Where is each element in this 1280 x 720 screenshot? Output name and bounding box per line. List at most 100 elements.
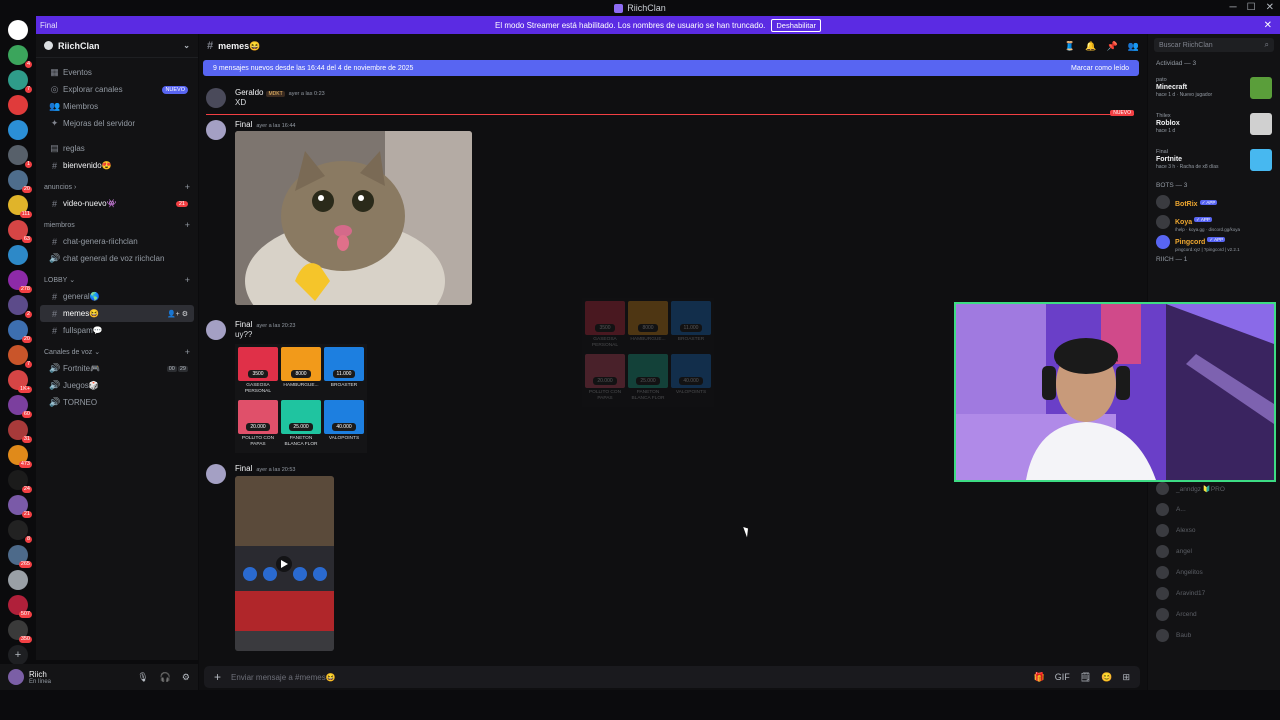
member-item[interactable]: Aravind17 — [1148, 583, 1280, 604]
server-icon[interactable] — [8, 245, 28, 265]
server-icon[interactable]: 21 — [8, 495, 32, 518]
message-author[interactable]: Final — [235, 120, 252, 129]
channel-mejoras[interactable]: ✦ Mejoras del servidor — [40, 115, 194, 132]
menu-image[interactable]: 3500 GASEOSA PERSONAL 8000 HAMBURGUE... 11.0… — [235, 344, 367, 453]
member-item[interactable]: angel — [1148, 541, 1280, 562]
server-icon[interactable] — [8, 120, 28, 140]
threads-icon[interactable]: 🧵 — [1064, 41, 1075, 52]
category-anuncios[interactable]: anuncios › + — [36, 179, 198, 195]
channel-bienvenido[interactable]: # bienvenido😍 — [40, 157, 194, 174]
channel-reglas[interactable]: ▤ reglas — [40, 140, 194, 157]
activity-card[interactable]: pato Minecraft hace 1 d · Nuevo jugador — [1148, 70, 1280, 106]
channel-juegos[interactable]: 🔊 Juegos🎲 — [40, 377, 194, 394]
composer-placeholder[interactable]: Enviar mensaje a #memes😆 — [231, 673, 336, 682]
gift-icon[interactable]: 🎁 — [1034, 672, 1045, 683]
channel-fullspam[interactable]: # fullspam💬 — [40, 322, 194, 339]
new-messages-bar[interactable]: 9 mensajes nuevos desde las 16:44 del 4 … — [203, 60, 1139, 76]
server-icon[interactable]: 350 — [8, 620, 32, 643]
disable-streamer-button[interactable]: Deshabilitar — [771, 18, 821, 32]
activity-card[interactable]: Thilex Roblox hace 1 d — [1148, 106, 1280, 142]
server-icon[interactable]: 20 — [8, 170, 32, 193]
server-icon[interactable]: 4 — [8, 45, 32, 68]
microphone-icon[interactable]: 🎙 — [137, 672, 148, 683]
channel-voz-general[interactable]: 🔊 chat general de voz riichclan — [40, 250, 194, 267]
channel-torneo[interactable]: 🔊 TORNEO — [40, 394, 194, 411]
message-author[interactable]: Final — [235, 320, 252, 329]
headphones-icon[interactable]: 🎧 — [160, 672, 171, 683]
member-item[interactable]: Baub — [1148, 625, 1280, 646]
add-server-icon[interactable]: + — [8, 645, 28, 665]
server-icon[interactable]: 8 — [8, 520, 32, 543]
member-item[interactable]: A... — [1148, 499, 1280, 520]
category-lobby[interactable]: LOBBY ⌄ + — [36, 272, 198, 288]
channel-general[interactable]: # general🌎 — [40, 288, 194, 305]
channel-eventos[interactable]: ▦ Eventos — [40, 64, 194, 81]
member-item[interactable]: Angelitos — [1148, 562, 1280, 583]
server-icon[interactable] — [8, 20, 28, 40]
member-item[interactable]: Arcend — [1148, 604, 1280, 625]
minimize-button[interactable]: ─ — [1230, 2, 1237, 13]
avatar[interactable] — [206, 320, 226, 340]
sticker-icon[interactable]: 🗒 — [1080, 672, 1091, 683]
add-channel-icon[interactable]: + — [185, 220, 190, 230]
server-icon[interactable]: 265 — [8, 545, 32, 568]
video-attachment[interactable] — [235, 476, 334, 651]
invite-settings-icon[interactable]: 👤+ ⚙ — [167, 310, 188, 318]
apps-icon[interactable]: ⊞ — [1122, 672, 1130, 683]
maximize-button[interactable]: ☐ — [1247, 2, 1256, 13]
chevron-down-icon[interactable]: ⌄ — [183, 41, 190, 50]
server-icon[interactable]: 7 — [8, 70, 32, 93]
gif-icon[interactable]: GIF — [1055, 672, 1070, 683]
avatar[interactable] — [206, 88, 226, 108]
server-icon[interactable]: 1 — [8, 145, 32, 168]
close-button[interactable]: ✕ — [1266, 2, 1274, 13]
bot-member[interactable]: Pingcord ✓ APP pingcord.xyz | ?pingcord | … — [1148, 232, 1280, 252]
avatar[interactable] — [8, 669, 24, 685]
message-author[interactable]: Final — [235, 464, 252, 473]
cat-meme-image[interactable] — [235, 131, 472, 305]
search-input[interactable]: Buscar RiichClan ⌕ — [1154, 38, 1274, 52]
server-icon[interactable]: 1K+ — [8, 370, 32, 393]
server-icon[interactable]: 63 — [8, 220, 32, 243]
category-voz[interactable]: Canales de voz ⌄ + — [36, 344, 198, 360]
pin-icon[interactable]: 📌 — [1107, 41, 1118, 52]
server-icon[interactable]: 278 — [8, 270, 32, 293]
channel-chat-genera[interactable]: # chat-genera-riichclan — [40, 233, 194, 250]
member-item[interactable]: Alexso — [1148, 520, 1280, 541]
server-icon[interactable] — [8, 570, 28, 590]
message-author[interactable]: Geraldo — [235, 88, 263, 97]
server-icon[interactable]: 20 — [8, 320, 32, 343]
channel-miembros[interactable]: 👥 Miembros — [40, 98, 194, 115]
category-miembros[interactable]: miembros + — [36, 217, 198, 233]
mark-read-button[interactable]: Marcar como leído — [1071, 65, 1129, 72]
channel-memes[interactable]: # memes😆 👤+ ⚙ — [40, 305, 194, 322]
emoji-icon[interactable]: 😊 — [1101, 672, 1112, 683]
channel-explorar[interactable]: ◎ Explorar canales NUEVO — [40, 81, 194, 98]
server-icon[interactable]: 473 — [8, 445, 32, 468]
channel-fortnite[interactable]: 🔊 Fortnite🎮 00 29 — [40, 360, 194, 377]
add-channel-icon[interactable]: + — [185, 275, 190, 285]
bell-icon[interactable]: 🔔 — [1085, 41, 1096, 52]
server-icon[interactable]: 111 — [8, 195, 32, 218]
bot-member[interactable]: Koya ✓ APP/help · koya.gg · discord.gg/ko… — [1148, 212, 1280, 232]
server-icon[interactable]: 7 — [8, 345, 32, 368]
activity-card[interactable]: Final Fortnite hace 3 h · Racha de x8 días — [1148, 142, 1280, 178]
add-channel-icon[interactable]: + — [185, 347, 190, 357]
avatar[interactable] — [206, 464, 226, 484]
members-toggle-icon[interactable]: 👥 — [1128, 41, 1139, 52]
bot-member[interactable]: BotRix ✓ APP — [1148, 192, 1280, 212]
message-composer[interactable]: + Enviar mensaje a #memes😆 🎁 GIF 🗒 😊 ⊞ — [204, 666, 1140, 688]
gear-icon[interactable]: ⚙ — [182, 672, 190, 683]
avatar[interactable] — [206, 120, 226, 140]
server-icon[interactable]: 60 — [8, 395, 32, 418]
server-icon[interactable]: 31 — [8, 420, 32, 443]
channel-video-nuevo[interactable]: # video-nuevo👾 21 — [40, 195, 194, 212]
server-icon[interactable]: 24 — [8, 470, 32, 493]
banner-close-icon[interactable]: ✕ — [1264, 20, 1272, 31]
add-channel-icon[interactable]: + — [185, 182, 190, 192]
add-attachment-icon[interactable]: + — [214, 670, 221, 684]
server-icon[interactable] — [8, 95, 28, 115]
server-icon[interactable]: 2 — [8, 295, 32, 318]
server-icon[interactable]: 507 — [8, 595, 32, 618]
guild-header[interactable]: RiichClan ⌄ — [36, 34, 198, 58]
